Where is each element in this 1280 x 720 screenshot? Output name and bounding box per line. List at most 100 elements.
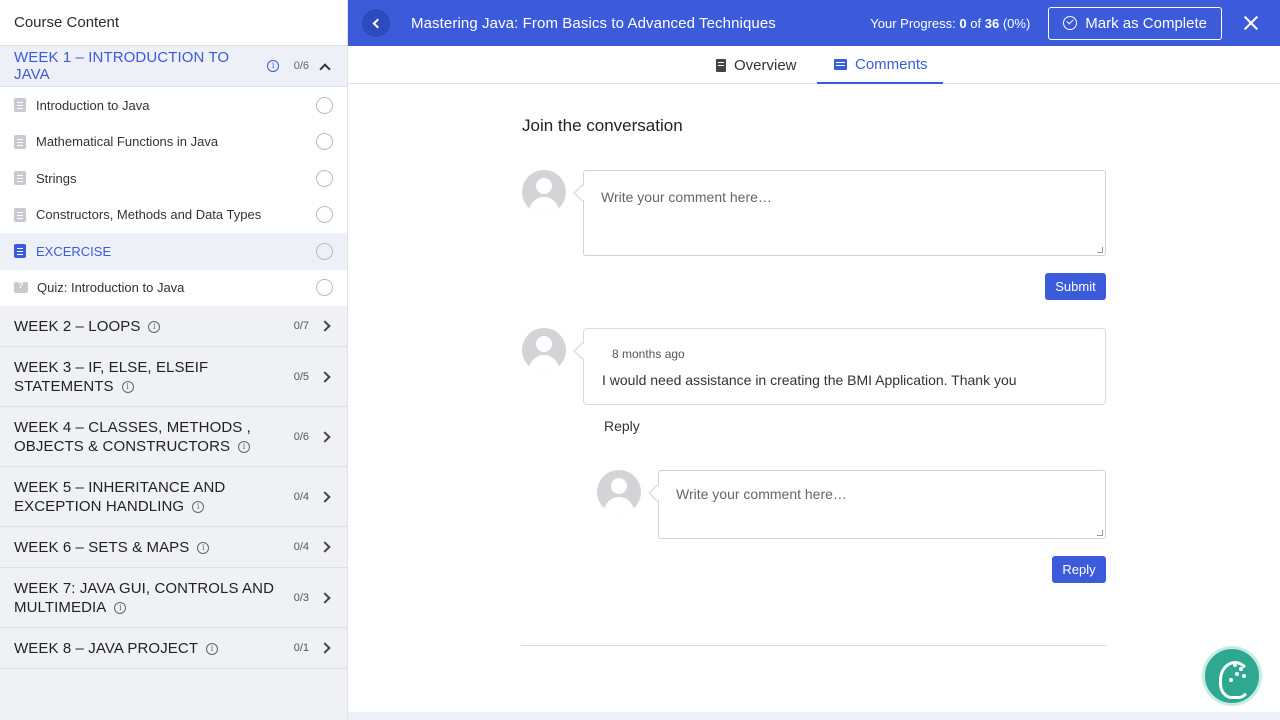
avatar bbox=[522, 170, 566, 214]
lesson-item[interactable]: Constructors, Methods and Data Types bbox=[0, 197, 347, 234]
chevron-right-icon[interactable] bbox=[319, 541, 331, 553]
book-icon bbox=[716, 58, 726, 72]
week-count: 0/7 bbox=[293, 320, 309, 332]
tab-comments[interactable]: Comments bbox=[817, 46, 943, 84]
week-1-lessons: Introduction to Java Mathematical Functi… bbox=[0, 87, 347, 306]
divider bbox=[521, 645, 1106, 646]
chevron-right-icon[interactable] bbox=[319, 430, 331, 443]
chevron-right-icon[interactable] bbox=[319, 591, 331, 604]
avatar bbox=[522, 328, 566, 372]
close-icon[interactable] bbox=[1244, 16, 1258, 30]
chevron-up-icon[interactable] bbox=[319, 62, 331, 75]
tab-comments-label: Comments bbox=[855, 55, 928, 73]
week-title-line2: EXCEPTION HANDLING bbox=[14, 497, 185, 515]
chevron-right-icon[interactable] bbox=[319, 490, 331, 503]
course-sidebar: Course Content WEEK 1 – INTRODUCTION TO … bbox=[0, 0, 348, 720]
week-title-line2: MULTIMEDIA bbox=[14, 598, 107, 616]
week-title: WEEK 3 – IF, ELSE, ELSEIF bbox=[14, 358, 209, 376]
comment-input[interactable] bbox=[584, 171, 1105, 255]
info-icon[interactable]: i bbox=[206, 642, 219, 655]
week-8-header[interactable]: WEEK 8 – JAVA PROJECT i 0/1 bbox=[0, 628, 347, 669]
week-1-title: WEEK 1 – INTRODUCTION TO JAVA bbox=[14, 49, 230, 83]
week-count: 0/4 bbox=[293, 490, 309, 503]
mark-complete-button[interactable]: Mark as Complete bbox=[1048, 6, 1222, 40]
comment-text: I would need assistance in creating the … bbox=[602, 372, 1017, 388]
comments-panel: Join the conversation Submit 8 months ag… bbox=[348, 84, 1280, 720]
week-count: 0/4 bbox=[293, 541, 309, 553]
week-count: 0/3 bbox=[293, 591, 309, 604]
lesson-status-circle[interactable] bbox=[316, 206, 333, 224]
chevron-right-icon[interactable] bbox=[319, 320, 331, 332]
sidebar-title: Course Content bbox=[0, 0, 347, 46]
reply-button[interactable]: Reply bbox=[1052, 556, 1106, 583]
resize-handle[interactable] bbox=[1097, 247, 1103, 253]
chevron-right-icon[interactable] bbox=[319, 642, 331, 654]
course-topbar: Mastering Java: From Basics to Advanced … bbox=[348, 0, 1280, 46]
lesson-item[interactable]: Strings bbox=[0, 160, 347, 197]
bottom-strip bbox=[348, 712, 1280, 720]
progress-percent: (0%) bbox=[1002, 15, 1031, 31]
resize-handle[interactable] bbox=[1097, 530, 1103, 536]
info-icon[interactable]: i bbox=[114, 601, 127, 614]
tab-overview-label: Overview bbox=[734, 56, 797, 74]
progress-text: Your Progress: 0 of 36 (0%) bbox=[870, 16, 1030, 31]
week-7-header[interactable]: WEEK 7: JAVA GUI, CONTROLS AND MULTIMEDIA… bbox=[0, 568, 347, 628]
reply-input[interactable] bbox=[659, 471, 1105, 538]
document-icon bbox=[14, 98, 26, 113]
progress-done: 0 bbox=[959, 15, 967, 31]
lesson-label: Constructors, Methods and Data Types bbox=[36, 207, 262, 223]
mark-complete-label: Mark as Complete bbox=[1085, 14, 1207, 32]
document-icon bbox=[14, 244, 26, 259]
week-6-header[interactable]: WEEK 6 – SETS & MAPS i 0/4 bbox=[0, 527, 347, 568]
progress-of: of bbox=[970, 15, 982, 31]
chat-icon bbox=[834, 58, 847, 70]
week-title-line2: OBJECTS & CONSTRUCTORS bbox=[14, 437, 231, 455]
week-title: WEEK 2 – LOOPS bbox=[14, 317, 141, 335]
week-title: WEEK 6 – SETS & MAPS bbox=[14, 538, 190, 556]
lesson-item[interactable]: Introduction to Java bbox=[0, 87, 347, 124]
week-title: WEEK 7: JAVA GUI, CONTROLS AND bbox=[14, 579, 274, 597]
tab-overview[interactable]: Overview bbox=[716, 46, 797, 84]
progress-label: Your Progress: bbox=[870, 15, 956, 31]
week-1-header[interactable]: WEEK 1 – INTRODUCTION TO JAVA i 0/6 bbox=[0, 46, 347, 87]
lesson-label: EXCERCISE bbox=[36, 243, 112, 259]
week-title-line2: STATEMENTS bbox=[14, 377, 114, 395]
lesson-status-circle[interactable] bbox=[316, 279, 333, 297]
info-icon[interactable]: i bbox=[121, 380, 134, 393]
avatar bbox=[597, 470, 641, 514]
info-icon[interactable]: i bbox=[238, 440, 251, 453]
comment-timestamp: 8 months ago bbox=[612, 347, 685, 361]
week-2-header[interactable]: WEEK 2 – LOOPS i 0/7 bbox=[0, 306, 347, 347]
lesson-item[interactable]: Quiz: Introduction to Java bbox=[0, 270, 347, 307]
info-icon[interactable]: i bbox=[267, 60, 279, 72]
submit-button[interactable]: Submit bbox=[1045, 273, 1106, 300]
info-icon[interactable]: i bbox=[197, 541, 210, 554]
help-assistant-icon[interactable] bbox=[1202, 646, 1262, 706]
week-count: 0/5 bbox=[293, 370, 309, 383]
week-1-count: 0/6 bbox=[293, 60, 309, 72]
lesson-status-circle[interactable] bbox=[316, 169, 333, 187]
lesson-status-circle[interactable] bbox=[316, 242, 333, 260]
document-icon bbox=[14, 134, 26, 149]
week-4-header[interactable]: WEEK 4 – CLASSES, METHODS , OBJECTS & CON… bbox=[0, 407, 347, 467]
comment-card: 8 months ago I would need assistance in … bbox=[573, 328, 1106, 405]
info-icon[interactable]: i bbox=[148, 320, 161, 333]
course-title: Mastering Java: From Basics to Advanced … bbox=[411, 14, 776, 32]
section-heading: Join the conversation bbox=[522, 116, 683, 135]
reply-link[interactable]: Reply bbox=[604, 418, 640, 434]
comment-box bbox=[573, 170, 1106, 256]
week-5-header[interactable]: WEEK 5 – INHERITANCE AND EXCEPTION HANDLI… bbox=[0, 467, 347, 527]
chevron-right-icon[interactable] bbox=[319, 370, 331, 383]
lesson-item[interactable]: Mathematical Functions in Java bbox=[0, 124, 347, 161]
back-button[interactable] bbox=[362, 9, 390, 37]
lesson-status-circle[interactable] bbox=[316, 133, 333, 151]
week-title: WEEK 4 – CLASSES, METHODS , bbox=[14, 418, 251, 436]
document-icon bbox=[14, 207, 26, 222]
week-3-header[interactable]: WEEK 3 – IF, ELSE, ELSEIF STATEMENTS i 0/5 bbox=[0, 347, 347, 407]
lesson-label: Mathematical Functions in Java bbox=[36, 134, 219, 150]
lesson-item-active[interactable]: EXCERCISE bbox=[0, 233, 347, 270]
info-icon[interactable]: i bbox=[192, 500, 205, 513]
check-circle-icon bbox=[1063, 16, 1078, 30]
lesson-status-circle[interactable] bbox=[316, 96, 333, 114]
lesson-label: Quiz: Introduction to Java bbox=[37, 280, 185, 296]
